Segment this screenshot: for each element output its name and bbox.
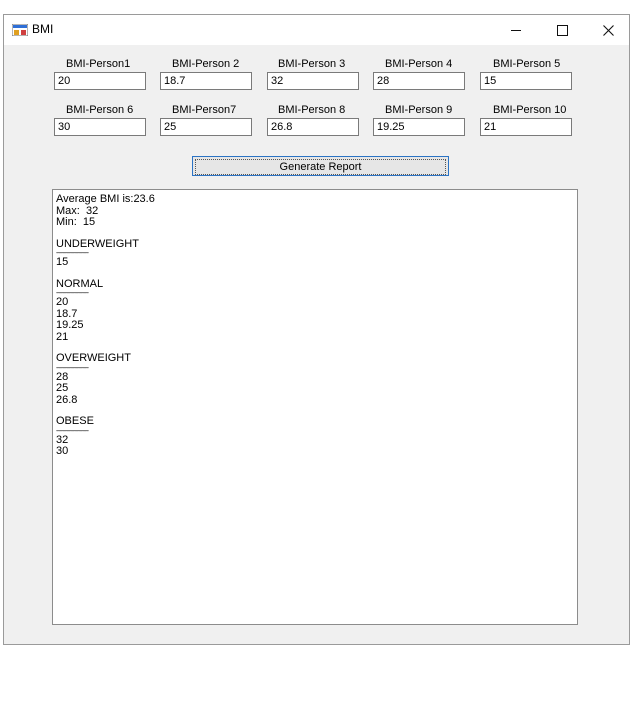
bmi-input-person-7[interactable] <box>160 118 252 136</box>
minimize-icon <box>511 29 521 31</box>
underweight-separator: ------------------------ <box>56 250 89 257</box>
label-person-5: BMI-Person 5 <box>493 58 561 70</box>
maximize-button[interactable] <box>539 15 585 45</box>
close-icon <box>602 24 614 36</box>
label-person-4: BMI-Person 4 <box>385 58 453 70</box>
label-person-6: BMI-Person 6 <box>66 104 134 116</box>
label-person-9: BMI-Person 9 <box>385 104 453 116</box>
overweight-value: 25 <box>56 382 69 394</box>
label-person-10: BMI-Person 10 <box>493 104 567 116</box>
normal-value: 19.25 <box>56 319 84 331</box>
normal-separator: ------------------------ <box>56 290 89 297</box>
bmi-window: BMI BMI-Person1 BMI-Person 2 BMI-Person … <box>3 14 630 645</box>
bmi-input-person-2[interactable] <box>160 72 252 90</box>
generate-report-button[interactable]: Generate Report <box>192 156 449 176</box>
normal-value: 20 <box>56 296 69 308</box>
generate-report-label: Generate Report <box>195 159 446 175</box>
maximize-icon <box>556 24 568 36</box>
overweight-separator: ------------------------ <box>56 364 89 372</box>
bmi-input-person-8[interactable] <box>267 118 359 136</box>
report-average: Average BMI is:23.6 <box>56 193 155 205</box>
report-min: Min: 15 <box>56 216 96 228</box>
report-textbox[interactable]: Average BMI is:23.6 Max: 32 Min: 15 UNDE… <box>52 189 578 625</box>
bmi-input-person-10[interactable] <box>480 118 572 136</box>
minimize-button[interactable] <box>493 15 539 45</box>
obese-value: 32 <box>56 433 69 446</box>
normal-value: 18.7 <box>56 307 78 320</box>
title-bar: BMI <box>4 15 629 45</box>
bmi-input-person-6[interactable] <box>54 118 146 136</box>
overweight-value: 26.8 <box>56 393 78 406</box>
label-person-1: BMI-Person1 <box>66 58 131 70</box>
underweight-value: 15 <box>56 256 69 268</box>
obese-separator: ------------------------ <box>56 427 89 435</box>
obese-value: 30 <box>56 445 69 457</box>
report-max: Max: 32 <box>56 204 99 217</box>
close-button[interactable] <box>585 15 631 45</box>
bmi-input-person-9[interactable] <box>373 118 465 136</box>
underweight-heading: UNDERWEIGHT <box>56 237 139 250</box>
overweight-heading: OVERWEIGHT <box>56 352 131 364</box>
obese-heading: OBESE <box>56 415 94 427</box>
bmi-input-person-4[interactable] <box>373 72 465 90</box>
label-person-8: BMI-Person 8 <box>278 104 346 116</box>
app-icon <box>12 24 28 36</box>
bmi-input-person-1[interactable] <box>54 72 146 90</box>
normal-heading: NORMAL <box>56 277 104 290</box>
label-person-7: BMI-Person7 <box>172 104 237 116</box>
bmi-input-person-5[interactable] <box>480 72 572 90</box>
label-person-2: BMI-Person 2 <box>172 58 240 70</box>
window-title: BMI <box>32 22 54 36</box>
normal-value: 21 <box>56 330 69 343</box>
bmi-input-person-3[interactable] <box>267 72 359 90</box>
label-person-3: BMI-Person 3 <box>278 58 346 70</box>
overweight-value: 28 <box>56 370 69 383</box>
